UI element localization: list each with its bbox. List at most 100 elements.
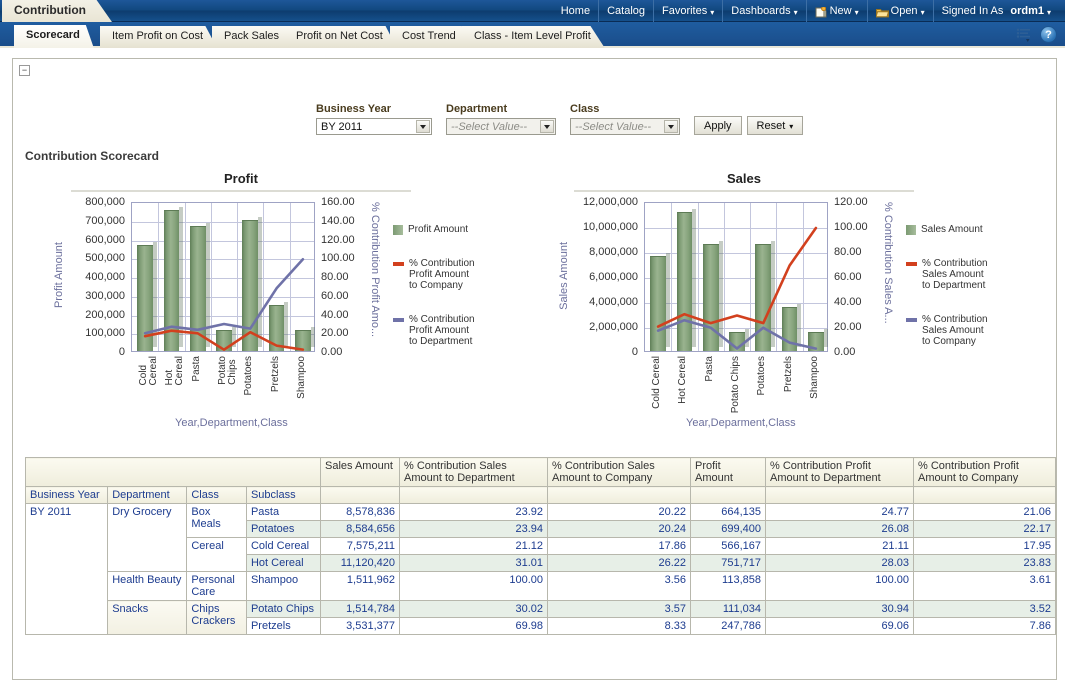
cell-subclass[interactable]: Hot Cereal	[246, 555, 320, 572]
folder-open-icon	[876, 7, 888, 18]
cell-department[interactable]: Dry Grocery	[108, 504, 187, 572]
filter-department: Department --Select Value--	[446, 103, 556, 135]
nav-catalog[interactable]: Catalog	[598, 0, 653, 22]
chevron-down-icon[interactable]	[664, 120, 678, 133]
x-axis-tick-label[interactable]: Pretzels	[271, 356, 281, 392]
tab-tools: ?	[1016, 26, 1057, 43]
chevron-down-icon: ▾	[794, 8, 798, 17]
legend-line-swatch-icon	[906, 318, 917, 322]
x-axis-tick-label[interactable]: Pretzels	[784, 356, 794, 392]
series-line[interactable]	[658, 320, 816, 348]
x-axis-tick-label[interactable]: Shampoo	[810, 356, 820, 399]
nav-home[interactable]: Home	[553, 0, 598, 22]
x-axis-tick-label[interactable]: Pasta	[705, 356, 715, 382]
chart-sales-plot: Sales Amount 0 2,000,000 4,000,000 6,000…	[558, 202, 1028, 402]
chart-sales-x-axis-label: Year,Deparment,Class	[686, 417, 796, 429]
dimension-header-row: Business Year Department Class Subclass	[26, 487, 1056, 504]
x-axis-tick-label[interactable]: HotCereal	[165, 356, 185, 385]
cell-measure-3: 664,135	[691, 504, 766, 521]
cell-class[interactable]: Box Meals	[187, 504, 247, 538]
chart-sales-grid	[644, 202, 828, 352]
cell-department[interactable]: Health Beauty	[108, 572, 187, 601]
help-icon[interactable]: ?	[1040, 26, 1057, 43]
x-axis-tick-label[interactable]: Potatoes	[244, 356, 254, 395]
cell-measure-2: 20.22	[548, 504, 691, 521]
cell-measure-0: 8,584,656	[321, 521, 400, 538]
legend-bar-swatch-icon	[906, 225, 916, 235]
class-label: Class	[570, 103, 680, 115]
tab-pack-sales[interactable]: Pack Sales	[212, 26, 293, 48]
col-department[interactable]: Department	[108, 487, 187, 504]
x-axis-tick-label[interactable]: Potato Chips	[731, 356, 741, 413]
cell-measure-3: 566,167	[691, 538, 766, 555]
cell-subclass[interactable]: Cold Cereal	[246, 538, 320, 555]
cell-class[interactable]: Cereal	[187, 538, 247, 572]
cell-measure-5: 21.06	[914, 504, 1056, 521]
legend-item[interactable]: % Contribution Profit Amount to Departme…	[393, 314, 475, 347]
chevron-down-icon[interactable]	[540, 120, 554, 133]
cell-class[interactable]: Chips Crackers	[187, 601, 247, 635]
tab-class-item-level-profit[interactable]: Class - Item Level Profit	[462, 26, 605, 48]
legend-item[interactable]: % Contribution Sales Amount to Departmen…	[906, 258, 988, 291]
chart-profit-title: Profit	[71, 171, 411, 192]
apply-button[interactable]: Apply	[694, 116, 742, 135]
nav-new[interactable]: New▾	[806, 0, 867, 22]
col-profit-amount[interactable]: Profit Amount	[691, 458, 766, 487]
nav-dashboards[interactable]: Dashboards▾	[722, 0, 805, 22]
cell-subclass[interactable]: Pasta	[246, 504, 320, 521]
nav-open[interactable]: Open▾	[867, 0, 933, 22]
cell-subclass[interactable]: Potato Chips	[246, 601, 320, 618]
cell-measure-0: 11,120,420	[321, 555, 400, 572]
col-subclass[interactable]: Subclass	[246, 487, 320, 504]
legend-item[interactable]: % Contribution Profit Amount to Company	[393, 258, 475, 291]
tab-scorecard[interactable]: Scorecard	[14, 25, 94, 48]
x-axis-tick-label[interactable]: Pasta	[192, 356, 202, 382]
reset-button[interactable]: Reset ▾	[747, 116, 804, 135]
tab-item-profit-on-cost[interactable]: Item Profit on Cost	[100, 26, 217, 48]
chart-sales-y2-axis-label: % Contribution Sales A...	[882, 202, 894, 352]
x-axis-tick-label[interactable]: Hot Cereal	[678, 356, 688, 404]
col-pct-profit-dept[interactable]: % Contribution Profit Amount to Departme…	[766, 458, 914, 487]
x-axis-tick-label[interactable]: ColdCereal	[139, 356, 159, 385]
measure-header-spacer	[26, 458, 321, 487]
page-options-icon[interactable]	[1016, 27, 1034, 43]
cell-subclass[interactable]: Shampoo	[246, 572, 320, 601]
class-select[interactable]: --Select Value--	[570, 118, 680, 135]
x-axis-tick-label[interactable]: PotatoChips	[218, 356, 238, 385]
business-year-select[interactable]: BY 2011	[316, 118, 432, 135]
legend-item-label: % Contribution Profit Amount to Company	[409, 258, 475, 291]
cell-subclass[interactable]: Potatoes	[246, 521, 320, 538]
x-axis-tick-label[interactable]: Shampoo	[297, 356, 307, 399]
col-pct-sales-company[interactable]: % Contribution Sales Amount to Company	[548, 458, 691, 487]
nav-favorites[interactable]: Favorites▾	[653, 0, 722, 22]
tab-cost-trend[interactable]: Cost Trend	[390, 26, 470, 48]
department-select[interactable]: --Select Value--	[446, 118, 556, 135]
series-line[interactable]	[145, 331, 303, 350]
col-pct-sales-dept[interactable]: % Contribution Sales Amount to Departmen…	[400, 458, 548, 487]
chevron-down-icon[interactable]	[416, 120, 430, 133]
legend-item[interactable]: % Contribution Sales Amount to Company	[906, 314, 988, 347]
col-pct-profit-company[interactable]: % Contribution Profit Amount to Company	[914, 458, 1056, 487]
pivot-table-grid: Sales Amount % Contribution Sales Amount…	[25, 457, 1056, 635]
series-line[interactable]	[658, 228, 816, 327]
legend-item[interactable]: Sales Amount	[906, 224, 987, 235]
cell-measure-3: 111,034	[691, 601, 766, 618]
department-label: Department	[446, 103, 556, 115]
col-class[interactable]: Class	[187, 487, 247, 504]
cell-subclass[interactable]: Pretzels	[246, 618, 320, 635]
chevron-down-icon: ▾	[921, 8, 925, 17]
cell-department[interactable]: Snacks	[108, 601, 187, 635]
dashboard-name-tab[interactable]: Contribution	[2, 0, 112, 22]
collapse-section-button[interactable]: −	[19, 65, 30, 76]
series-line[interactable]	[145, 259, 303, 333]
tab-profit-on-net-cost[interactable]: Profit on Net Cost	[284, 26, 397, 48]
legend-item-label: % Contribution Sales Amount to Company	[922, 314, 988, 347]
legend-item[interactable]: Profit Amount	[393, 224, 474, 235]
col-business-year[interactable]: Business Year	[26, 487, 108, 504]
col-sales-amount[interactable]: Sales Amount	[321, 458, 400, 487]
x-axis-tick-label[interactable]: Potatoes	[757, 356, 767, 395]
cell-class[interactable]: Personal Care	[187, 572, 247, 601]
signed-in-as[interactable]: Signed In Asordm1▾	[933, 0, 1059, 22]
x-axis-tick-label[interactable]: Cold Cereal	[652, 356, 662, 409]
cell-measure-1: 23.94	[400, 521, 548, 538]
